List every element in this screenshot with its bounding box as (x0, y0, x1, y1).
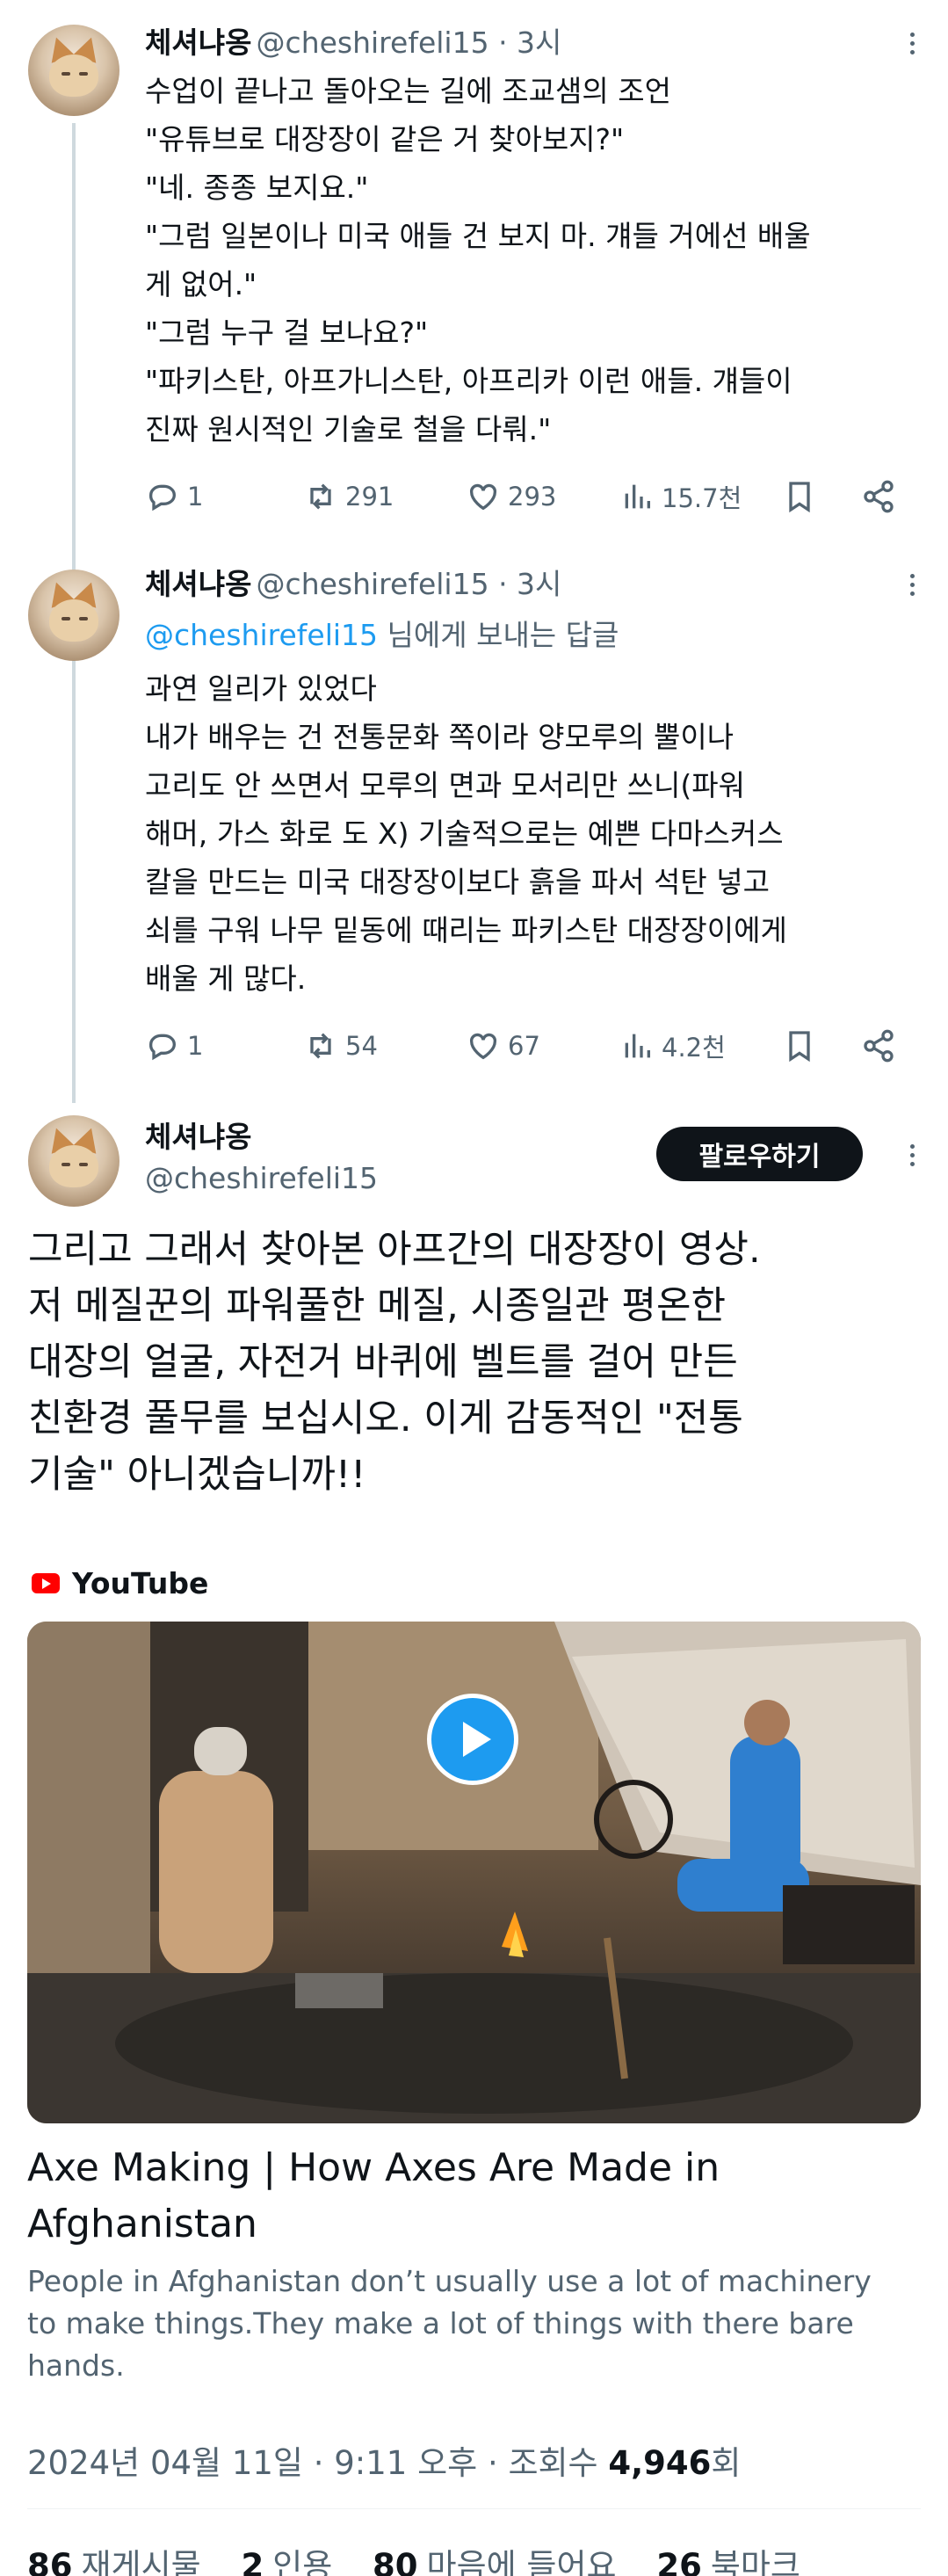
timestamp[interactable]: 2024년 04월 11일 · 9:11 오후 · 조회수 (27, 2444, 608, 2482)
youtube-icon (32, 1573, 60, 1593)
tweet-text: 그리고 그래서 찾아본 아프간의 대장장이 영상. 저 메질꾼의 파워풀한 메질… (28, 1228, 761, 1497)
card-description: People in Afghanistan don’t usually use … (27, 2264, 872, 2383)
reply-icon (149, 1034, 176, 1061)
tweet-2[interactable]: 체셔냐옹 @cheshirefeli15 · 3시 @cheshirefeli1… (0, 545, 948, 1107)
views-button[interactable]: 4.2천 (619, 1024, 726, 1068)
heart-icon (469, 1033, 497, 1060)
analytics-icon (625, 484, 650, 509)
like-button[interactable]: 293 (466, 475, 556, 519)
engagement-stats: 86 재게시물 2 인용 80 마음에 들어요 26 북마크 (27, 2539, 800, 2576)
card-source: YouTube (32, 1566, 208, 1600)
tweet-header: 체셔냐옹 @cheshirefeli15 · 3시 (145, 19, 561, 62)
tweet-actions: 1 54 67 4.2천 (145, 1024, 918, 1068)
stat-reposts[interactable]: 86 재게시물 (27, 2547, 201, 2576)
reply-button[interactable]: 1 (145, 1024, 203, 1068)
tweet-text: 과연 일리가 있었다 내가 배우는 건 전통문화 쪽이라 양모루의 뿔이나 고리… (145, 671, 787, 996)
like-button[interactable]: 67 (466, 1024, 540, 1068)
stat-bookmarks[interactable]: 26 북마크 (656, 2547, 800, 2576)
divider (27, 2508, 921, 2509)
tweet-actions: 1 291 293 15.7천 (145, 475, 918, 519)
more-options-icon[interactable] (899, 571, 925, 598)
reply-to-link[interactable]: @cheshirefeli15 (145, 618, 378, 652)
bookmark-button[interactable] (782, 475, 817, 519)
author-handle[interactable]: @cheshirefeli15 (145, 1161, 378, 1195)
tweet-text: 수업이 끝나고 돌아오는 길에 조교샘의 조언 "유튜브로 대장장이 같은 거 … (145, 74, 811, 446)
repost-icon (310, 1033, 331, 1059)
author-handle[interactable]: @cheshirefeli15 · 3시 (257, 25, 562, 60)
reply-icon (149, 484, 176, 512)
stat-quotes[interactable]: 2 인용 (241, 2547, 332, 2576)
tweet-header: 체셔냐옹 @cheshirefeli15 · 3시 (145, 561, 561, 603)
follow-button[interactable]: 팔로우하기 (656, 1127, 863, 1181)
share-icon (864, 1029, 894, 1063)
card-title[interactable]: Axe Making | How Axes Are Made in Afghan… (27, 2140, 921, 2253)
play-button[interactable] (427, 1694, 518, 1785)
bookmark-icon (789, 482, 810, 513)
tweet-1[interactable]: 체셔냐옹 @cheshirefeli15 · 3시 수업이 끝나고 돌아오는 길… (0, 0, 948, 545)
author-name[interactable]: 체셔냐옹 (145, 567, 251, 601)
share-button[interactable] (861, 475, 896, 519)
more-options-icon[interactable] (899, 30, 925, 56)
view-count: 4,946 (608, 2444, 712, 2482)
author-name[interactable]: 체셔냐옹 (145, 1114, 378, 1156)
bookmark-icon (789, 1031, 810, 1063)
heart-icon (469, 483, 497, 511)
avatar[interactable] (28, 25, 119, 116)
share-icon (864, 480, 894, 513)
bookmark-button[interactable] (782, 1024, 817, 1068)
stat-likes[interactable]: 80 마음에 들어요 (373, 2547, 617, 2576)
reply-context: @cheshirefeli15 님에게 보내는 답글 (145, 618, 619, 652)
author-handle[interactable]: @cheshirefeli15 · 3시 (257, 567, 562, 601)
author-name[interactable]: 체셔냐옹 (145, 25, 251, 60)
avatar[interactable] (28, 1115, 119, 1207)
views-button[interactable]: 15.7천 (619, 475, 742, 519)
reply-button[interactable]: 1 (145, 475, 203, 519)
author-block: 체셔냐옹 @cheshirefeli15 (145, 1114, 378, 1195)
tweet-meta: 2024년 04월 11일 · 9:11 오후 · 조회수 4,946회 (27, 2444, 742, 2482)
more-options-icon[interactable] (899, 1142, 925, 1168)
avatar[interactable] (28, 570, 119, 661)
repost-icon (310, 483, 331, 510)
repost-button[interactable]: 54 (303, 1024, 378, 1068)
repost-button[interactable]: 291 (303, 475, 394, 519)
analytics-icon (625, 1034, 650, 1058)
share-button[interactable] (861, 1024, 896, 1068)
